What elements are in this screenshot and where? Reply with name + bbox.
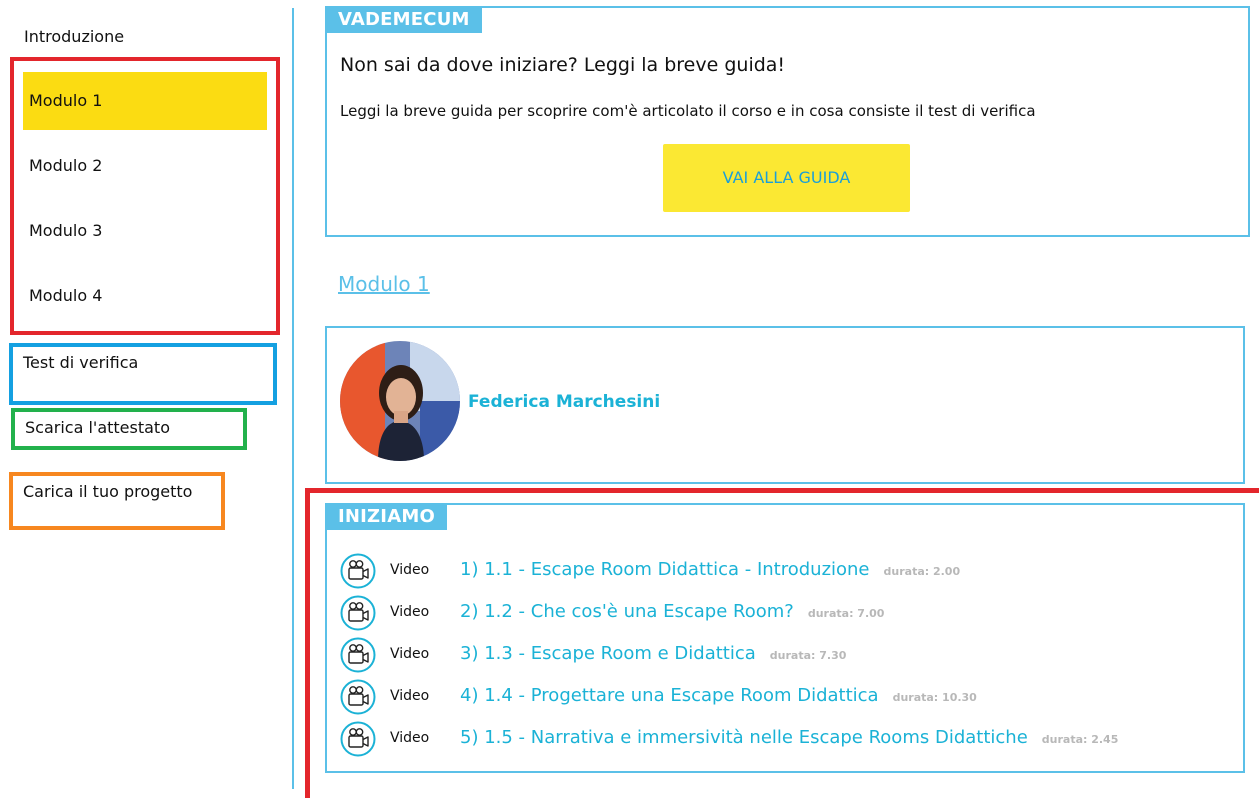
lesson-title[interactable]: 4) 1.4 - Progettare una Escape Room Dida… xyxy=(460,685,879,706)
lesson-link[interactable]: 3) 1.3 - Escape Room e Didattica durata: … xyxy=(460,643,846,664)
lesson-type-label: Video xyxy=(390,646,430,662)
sidebar-item-modulo-3[interactable]: Modulo 3 xyxy=(23,202,267,260)
vademecum-tag: VADEMECUM xyxy=(325,6,482,33)
vademecum-title: Non sai da dove iniziare? Leggi la breve… xyxy=(340,54,786,76)
lesson-title[interactable]: 2) 1.2 - Che cos'è una Escape Room? xyxy=(460,601,794,622)
lesson-link[interactable]: 1) 1.1 - Escape Room Didattica - Introdu… xyxy=(460,559,960,580)
vademecum-card: VADEMECUM Non sai da dove iniziare? Legg… xyxy=(325,6,1250,237)
video-camera-icon xyxy=(340,553,376,589)
lesson-title[interactable]: 1) 1.1 - Escape Room Didattica - Introdu… xyxy=(460,559,870,580)
lesson-duration: durata: 2.00 xyxy=(883,565,961,578)
go-to-guide-button[interactable]: VAI ALLA GUIDA xyxy=(663,144,910,212)
sidebar-item-modulo-2[interactable]: Modulo 2 xyxy=(23,137,267,195)
sidebar-item-modulo-4[interactable]: Modulo 4 xyxy=(23,267,267,325)
teacher-avatar xyxy=(340,341,460,461)
lesson-type-label: Video xyxy=(390,562,430,578)
lesson-type-label: Video xyxy=(390,688,430,704)
lesson-title[interactable]: 3) 1.3 - Escape Room e Didattica xyxy=(460,643,756,664)
modules-annotation-box: Modulo 1 Modulo 2 Modulo 3 Modulo 4 xyxy=(10,57,280,335)
lesson-duration: durata: 7.30 xyxy=(769,649,847,662)
lesson-type-label: Video xyxy=(390,604,430,620)
iniziamo-card: INIZIAMO Video 1) 1.1 - Escape Room Dida… xyxy=(325,503,1245,773)
video-camera-icon xyxy=(340,595,376,631)
iniziamo-tag: INIZIAMO xyxy=(325,503,447,530)
lesson-duration: durata: 2.45 xyxy=(1041,733,1119,746)
sidebar-item-carica-progetto[interactable]: Carica il tuo progetto xyxy=(9,472,225,530)
sidebar: Introduzione Modulo 1 Modulo 2 Modulo 3 … xyxy=(0,0,290,789)
video-camera-icon xyxy=(340,721,376,757)
sidebar-item-scarica-attestato[interactable]: Scarica l'attestato xyxy=(11,408,247,450)
lesson-duration: durata: 7.00 xyxy=(807,607,885,620)
module-title-link[interactable]: Modulo 1 xyxy=(338,272,430,296)
sidebar-item-test-di-verifica[interactable]: Test di verifica xyxy=(9,343,277,405)
lesson-duration: durata: 10.30 xyxy=(892,691,977,704)
lesson-link[interactable]: 4) 1.4 - Progettare una Escape Room Dida… xyxy=(460,685,977,706)
sidebar-divider xyxy=(292,8,294,789)
teacher-card: Federica Marchesini xyxy=(325,326,1245,484)
sidebar-item-introduzione[interactable]: Introduzione xyxy=(24,27,124,46)
video-camera-icon xyxy=(340,679,376,715)
teacher-name[interactable]: Federica Marchesini xyxy=(468,392,660,412)
lesson-type-label: Video xyxy=(390,730,430,746)
lesson-title[interactable]: 5) 1.5 - Narrativa e immersività nelle E… xyxy=(460,727,1028,748)
lesson-link[interactable]: 5) 1.5 - Narrativa e immersività nelle E… xyxy=(460,727,1118,748)
vademecum-text: Leggi la breve guida per scoprire com'è … xyxy=(340,102,1036,120)
video-camera-icon xyxy=(340,637,376,673)
lesson-link[interactable]: 2) 1.2 - Che cos'è una Escape Room? durat… xyxy=(460,601,884,622)
sidebar-item-modulo-1[interactable]: Modulo 1 xyxy=(23,72,267,130)
